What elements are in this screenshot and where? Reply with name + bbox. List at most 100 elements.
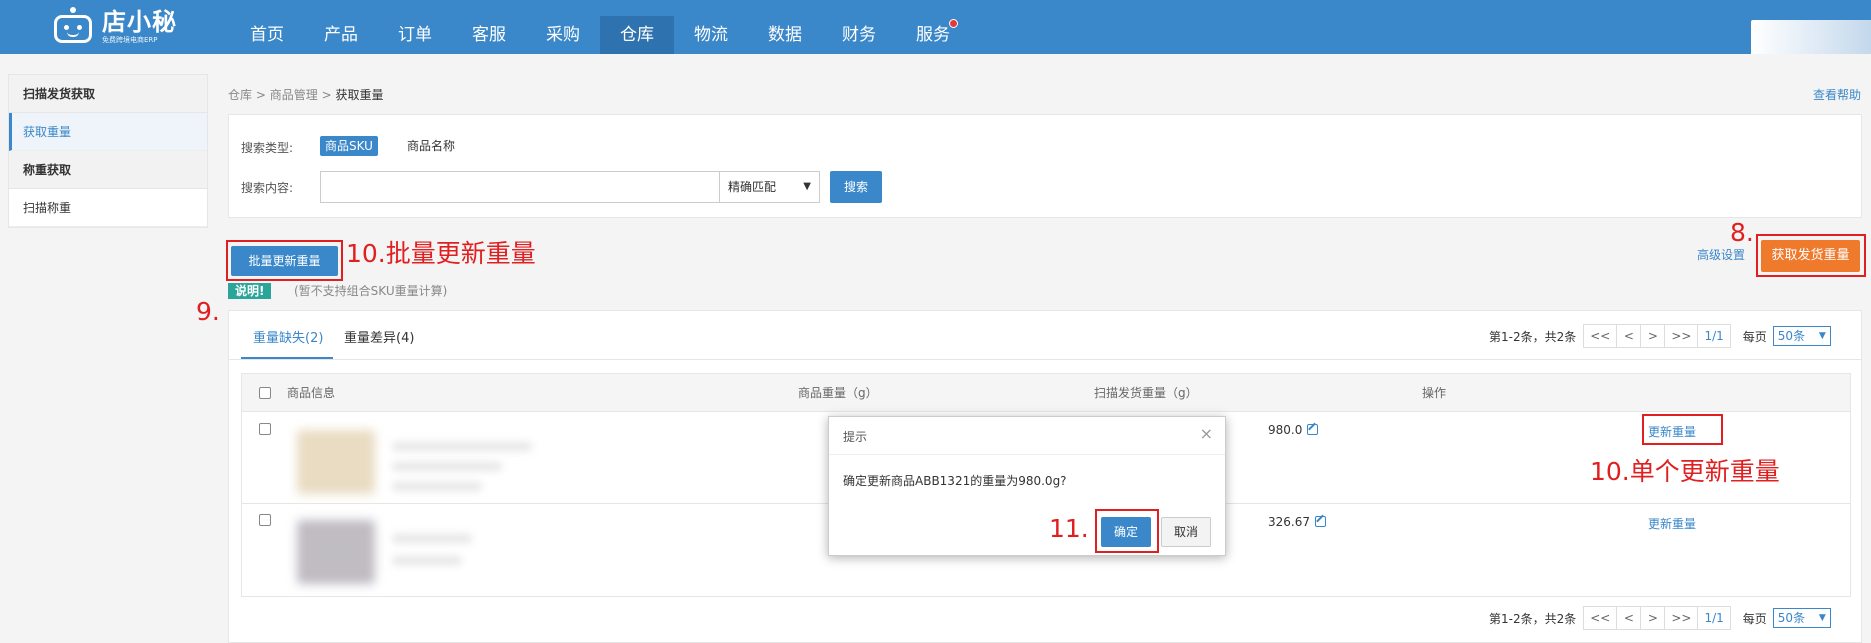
- scan-weight-value: 326.67: [1268, 515, 1326, 529]
- pager-last[interactable]: >>: [1664, 606, 1699, 630]
- note-text: (暂不支持组合SKU重量计算): [294, 284, 448, 298]
- pager-page: 1/1: [1697, 324, 1731, 348]
- scan-weight-value: 980.0: [1268, 423, 1319, 437]
- product-info-blurred: [392, 442, 532, 451]
- per-page-value: 50条: [1777, 611, 1806, 625]
- help-link[interactable]: 查看帮助: [1813, 86, 1861, 103]
- search-content-label: 搜索内容:: [241, 181, 294, 195]
- search-button[interactable]: 搜索: [830, 171, 882, 203]
- pager-first[interactable]: <<: [1583, 324, 1618, 348]
- main-nav: 首页 产品 订单 客服 采购 仓库 物流 数据 财务 服务: [230, 16, 970, 54]
- pager-page: 1/1: [1697, 606, 1731, 630]
- chevron-down-icon: ▼: [803, 181, 811, 192]
- th-operations: 操作: [1422, 386, 1447, 400]
- edit-icon[interactable]: [1315, 516, 1326, 527]
- annotation-box-get: [1756, 234, 1866, 277]
- pager-next[interactable]: >: [1640, 324, 1666, 348]
- row-checkbox[interactable]: [259, 514, 271, 526]
- pager-top: 第1-2条，共2条 << < > >> 1/1 每页 50条 ▼: [1489, 324, 1831, 348]
- update-weight-link[interactable]: 更新重量: [1648, 515, 1696, 532]
- sidebar-item-scan-weigh[interactable]: 扫描称重: [9, 189, 207, 227]
- search-input[interactable]: [320, 171, 720, 203]
- nav-customer-service[interactable]: 客服: [452, 16, 526, 54]
- dialog-message: 确定更新商品ABB1321的重量为980.0g?: [843, 474, 1067, 488]
- breadcrumb-sep: >: [255, 88, 266, 102]
- product-info-blurred: [392, 482, 482, 491]
- match-select[interactable]: 精确匹配 ▼: [720, 171, 820, 203]
- annotation-box-single: [1642, 414, 1723, 445]
- search-type-name[interactable]: 商品名称: [407, 136, 455, 156]
- scan-weight-text: 980.0: [1268, 423, 1303, 437]
- user-area[interactable]: [1751, 20, 1871, 54]
- chevron-down-icon: ▼: [1818, 613, 1826, 623]
- top-nav-bar: 店小秘 免费跨境电商ERP 首页 产品 订单 客服 采购 仓库 物流 数据 财务…: [0, 0, 1871, 54]
- pager-summary: 第1-2条，共2条: [1489, 611, 1577, 626]
- nav-purchase[interactable]: 采购: [526, 16, 600, 54]
- close-icon[interactable]: ×: [1200, 425, 1213, 443]
- edit-icon[interactable]: [1307, 424, 1319, 435]
- nav-services-label: 服务: [916, 25, 950, 45]
- app-logo[interactable]: 店小秘 免费跨境电商ERP: [50, 2, 177, 52]
- logo-subtitle: 免费跨境电商ERP: [102, 36, 158, 44]
- tab-weight-missing[interactable]: 重量缺失(2): [253, 329, 323, 349]
- annotation-single: 10.单个更新重量: [1590, 457, 1780, 486]
- per-page-value: 50条: [1777, 329, 1806, 343]
- pager-prev[interactable]: <: [1616, 606, 1642, 630]
- annotation-box-confirm: [1095, 509, 1159, 553]
- scan-weight-text: 326.67: [1268, 515, 1310, 529]
- dialog-header: 提示 ×: [829, 417, 1225, 455]
- th-scan-weight: 扫描发货重量（g）: [1094, 386, 1198, 400]
- pager-last[interactable]: >>: [1664, 324, 1699, 348]
- cancel-button[interactable]: 取消: [1161, 517, 1211, 547]
- robot-logo-icon: [50, 7, 96, 47]
- sidebar-group-scan-ship: 扫描发货获取: [9, 75, 207, 113]
- select-all-checkbox[interactable]: [259, 387, 271, 399]
- annotation-get: 8.: [1730, 218, 1754, 247]
- nav-data[interactable]: 数据: [748, 16, 822, 54]
- pager-prev[interactable]: <: [1616, 324, 1642, 348]
- product-info-blurred: [392, 556, 462, 565]
- nav-orders[interactable]: 订单: [378, 16, 452, 54]
- sidebar-item-get-weight[interactable]: 获取重量: [9, 113, 207, 151]
- sidebar-group-weigh: 称重获取: [9, 151, 207, 189]
- nav-finance[interactable]: 财务: [822, 16, 896, 54]
- logo-name: 店小秘: [102, 8, 177, 36]
- pager-next[interactable]: >: [1640, 606, 1666, 630]
- product-info-blurred: [392, 462, 502, 471]
- nav-services[interactable]: 服务: [896, 16, 970, 54]
- chevron-down-icon: ▼: [1818, 331, 1826, 341]
- th-product-weight: 商品重量（g）: [798, 386, 878, 400]
- nav-home[interactable]: 首页: [230, 16, 304, 54]
- per-page-select[interactable]: 50条 ▼: [1772, 326, 1831, 346]
- table-header: 商品信息 商品重量（g） 扫描发货重量（g） 操作: [242, 374, 1850, 412]
- pager-first[interactable]: <<: [1583, 606, 1618, 630]
- note-badge: 说明!: [228, 283, 272, 299]
- breadcrumb-product-mgmt[interactable]: 商品管理: [270, 88, 318, 102]
- breadcrumb-warehouse[interactable]: 仓库: [228, 88, 252, 102]
- sidebar: 扫描发货获取 获取重量 称重获取 扫描称重: [8, 74, 208, 228]
- per-page-select[interactable]: 50条 ▼: [1772, 608, 1831, 628]
- per-page-label: 每页: [1742, 329, 1767, 344]
- product-info-blurred: [392, 534, 472, 543]
- pager-summary: 第1-2条，共2条: [1489, 329, 1577, 344]
- row-checkbox[interactable]: [259, 423, 271, 435]
- nav-products[interactable]: 产品: [304, 16, 378, 54]
- search-type-sku[interactable]: 商品SKU: [320, 136, 378, 156]
- annotation-batch: 10.批量更新重量: [346, 239, 536, 268]
- logo-text: 店小秘 免费跨境电商ERP: [102, 9, 177, 45]
- annotation-tabs: 9.: [196, 297, 220, 326]
- match-select-value: 精确匹配: [728, 180, 777, 194]
- breadcrumb-sep: >: [321, 88, 332, 102]
- product-thumbnail: [297, 430, 375, 494]
- search-type-label: 搜索类型:: [241, 141, 294, 155]
- search-panel: 搜索类型: 商品SKU 商品名称 搜索内容: 精确匹配 ▼ 搜索: [228, 114, 1862, 218]
- tabs-divider: [229, 359, 1861, 360]
- notification-dot-icon: [949, 19, 958, 28]
- annotation-confirm: 11.: [1049, 514, 1089, 543]
- advanced-settings-link[interactable]: 高级设置: [1697, 246, 1745, 263]
- nav-logistics[interactable]: 物流: [674, 16, 748, 54]
- per-page-label: 每页: [1742, 611, 1767, 626]
- tab-weight-diff[interactable]: 重量差异(4): [344, 329, 414, 349]
- dialog-title: 提示: [843, 430, 868, 444]
- nav-warehouse[interactable]: 仓库: [600, 16, 674, 54]
